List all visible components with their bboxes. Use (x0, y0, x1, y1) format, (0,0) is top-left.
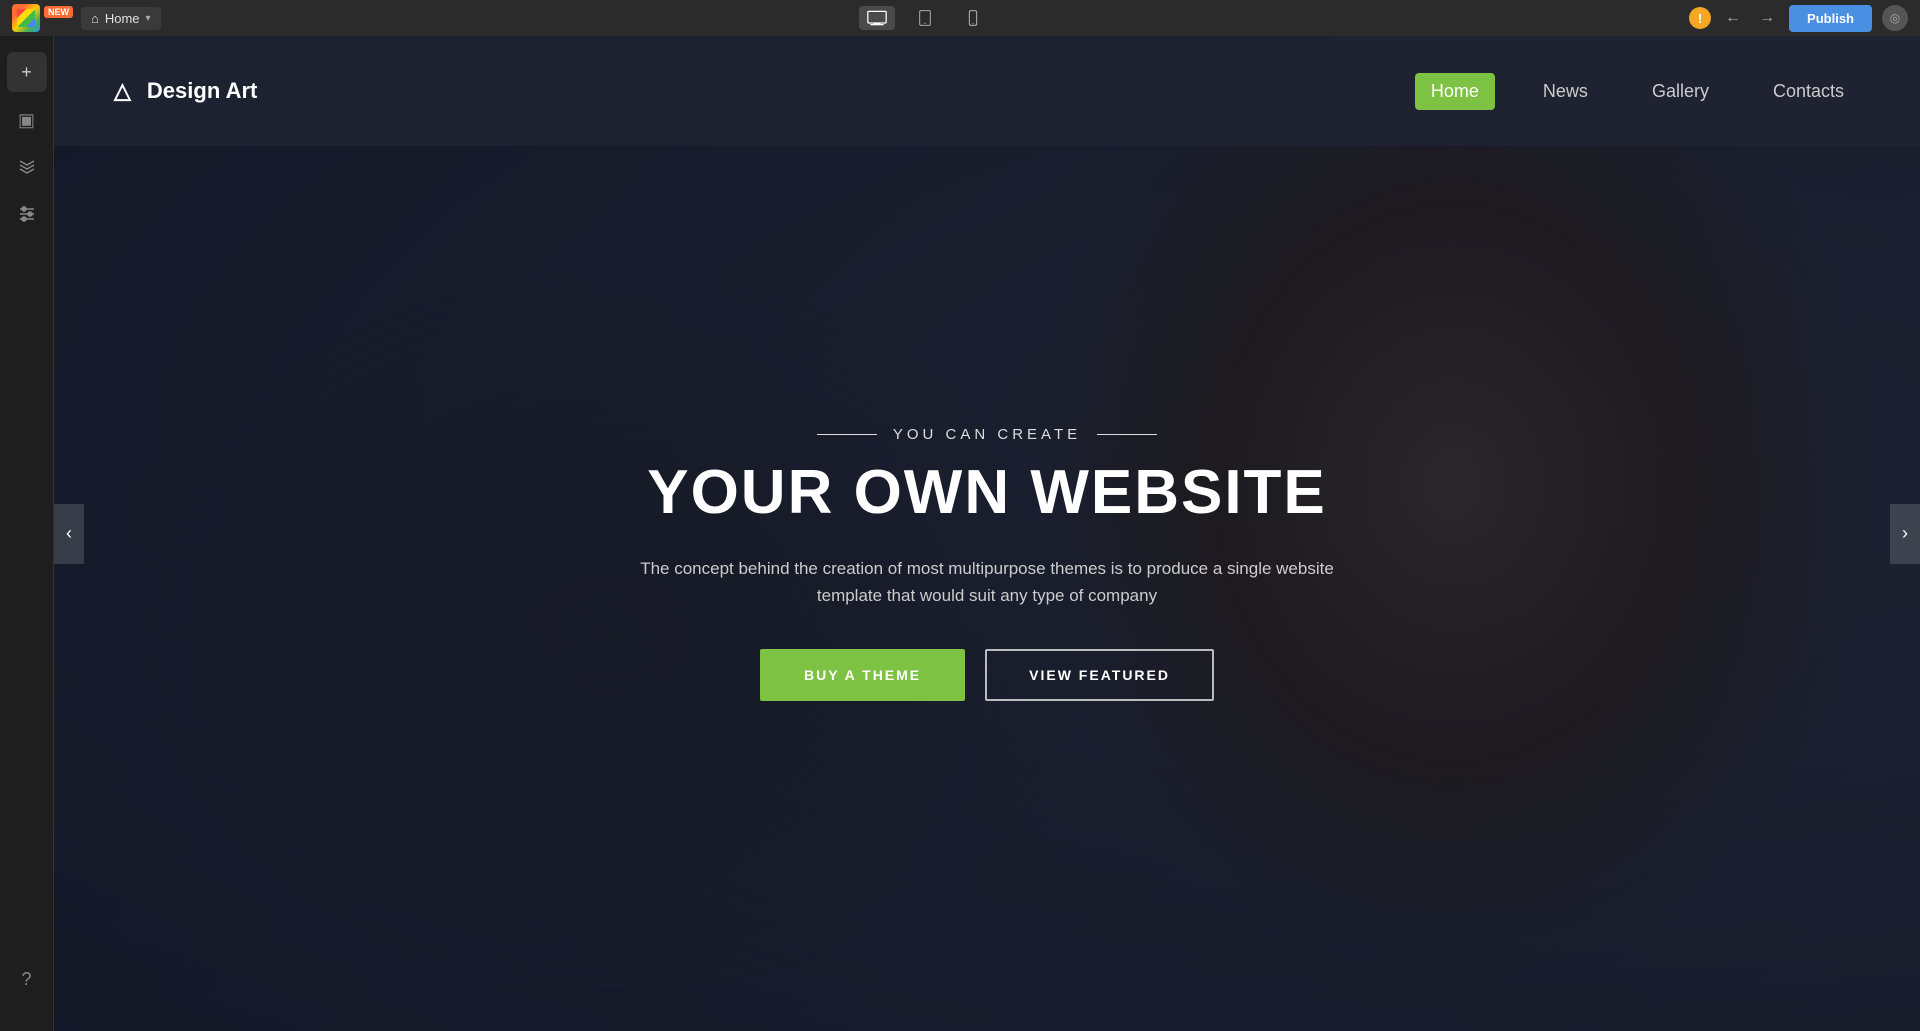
buy-theme-button[interactable]: BUY A THEME (760, 649, 965, 701)
device-switcher (859, 6, 991, 30)
hero-buttons: BUY A THEME VIEW FEATURED (637, 649, 1337, 701)
preview-area: △ Design Art Home News Gallery Contacts … (54, 36, 1920, 1031)
sliders-icon (17, 204, 37, 229)
help-icon: ? (21, 969, 31, 990)
website-navbar: △ Design Art Home News Gallery Contacts (54, 36, 1920, 146)
left-edge-arrow[interactable]: ‹ (54, 504, 84, 564)
plus-icon: + (21, 62, 32, 83)
os-top-bar: NEW ⌂ Home ▾ ! ← → Publish ◎ (0, 0, 1920, 36)
sidebar-layers-btn[interactable] (7, 148, 47, 188)
right-edge-arrow[interactable]: › (1890, 504, 1920, 564)
subtitle-line-left (817, 434, 877, 435)
hero-title: YOUR OWN WEBSITE (637, 459, 1337, 527)
new-badge: NEW (44, 6, 73, 18)
nav-home[interactable]: Home (1415, 73, 1495, 110)
nav-gallery[interactable]: Gallery (1636, 73, 1725, 110)
sidebar-settings-btn[interactable] (7, 196, 47, 236)
subtitle-line-right (1097, 434, 1157, 435)
mobile-device-btn[interactable] (955, 6, 991, 30)
chevron-down-icon: ▾ (146, 13, 151, 24)
hero-section: YOU CAN CREATE YOUR OWN WEBSITE The conc… (54, 36, 1920, 1031)
home-tab[interactable]: ⌂ Home ▾ (81, 7, 161, 30)
redo-button[interactable]: → (1755, 5, 1779, 31)
brand-logo-area: △ Design Art (114, 78, 257, 104)
website-preview: △ Design Art Home News Gallery Contacts … (54, 36, 1920, 1031)
left-arrow-icon: ‹ (66, 523, 72, 544)
media-icon: ▣ (18, 110, 35, 131)
desktop-device-btn[interactable] (859, 6, 895, 30)
hero-content: YOU CAN CREATE YOUR OWN WEBSITE The conc… (637, 426, 1337, 702)
brand-name: Design Art (147, 78, 257, 104)
sidebar-help-btn[interactable]: ? (7, 959, 47, 999)
layers-icon (17, 156, 37, 181)
nav-links: Home News Gallery Contacts (1415, 73, 1860, 110)
view-featured-button[interactable]: VIEW FEATURED (985, 649, 1214, 701)
app-logo[interactable] (12, 4, 40, 32)
toolbar-right: ! ← → Publish ◎ (1689, 5, 1908, 32)
hero-subtitle: YOU CAN CREATE (637, 426, 1337, 443)
hero-subtitle-text: YOU CAN CREATE (893, 426, 1081, 443)
brand-triangle-icon: △ (114, 78, 131, 104)
undo-button[interactable]: ← (1721, 5, 1745, 31)
sidebar-media-btn[interactable]: ▣ (7, 100, 47, 140)
hero-description: The concept behind the creation of most … (637, 555, 1337, 609)
tablet-device-btn[interactable] (907, 6, 943, 30)
home-icon: ⌂ (91, 11, 99, 26)
sidebar-add-btn[interactable]: + (7, 52, 47, 92)
warning-icon[interactable]: ! (1689, 7, 1711, 29)
nav-contacts[interactable]: Contacts (1757, 73, 1860, 110)
user-avatar[interactable]: ◎ (1882, 5, 1908, 31)
left-sidebar: + ▣ ? (0, 36, 54, 1031)
right-arrow-icon: › (1902, 523, 1908, 544)
home-tab-label: Home (105, 11, 140, 26)
sidebar-bottom: ? (7, 959, 47, 999)
nav-news[interactable]: News (1527, 73, 1604, 110)
publish-button[interactable]: Publish (1789, 5, 1872, 32)
main-layout: + ▣ ? (0, 36, 1920, 1031)
